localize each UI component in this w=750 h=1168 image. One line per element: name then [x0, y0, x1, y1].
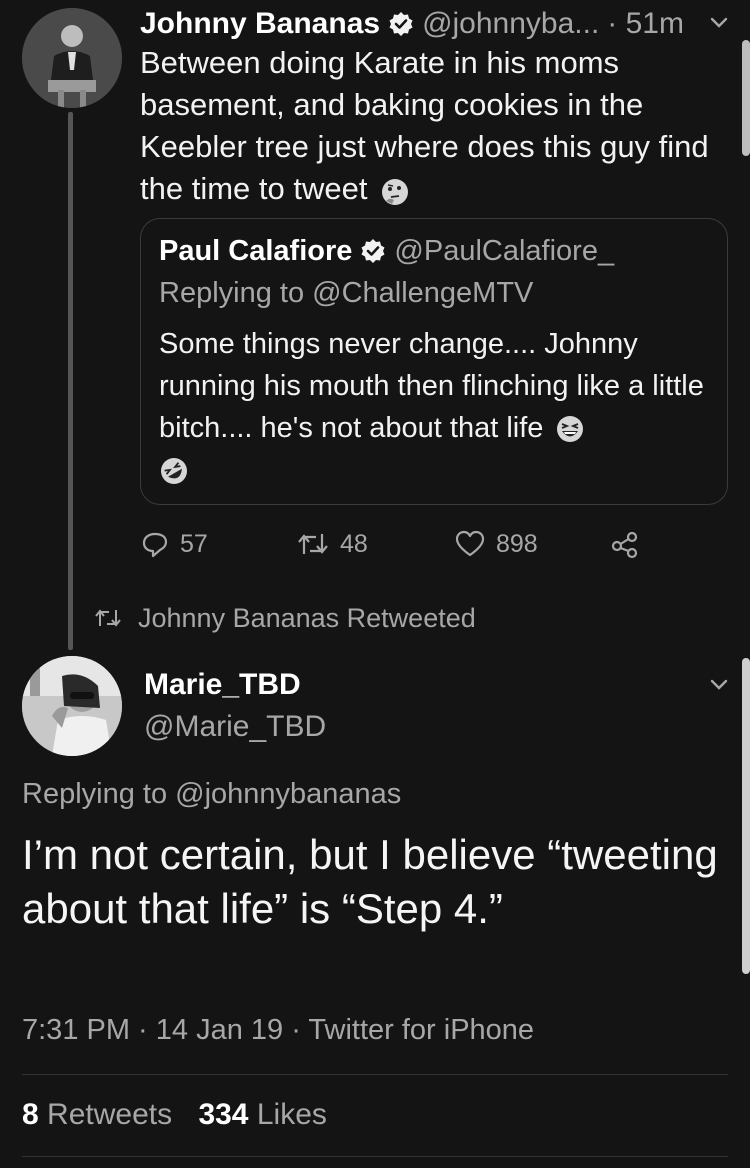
avatar-marie-tbd[interactable] — [22, 656, 122, 756]
scrollbar-thumb-top[interactable] — [742, 40, 750, 156]
quoted-tweet-header: Paul Calafiore @PaulCalafiore_ — [159, 231, 614, 271]
avatar-johnny-bananas[interactable] — [22, 8, 122, 108]
quoted-tweet-text: Some things never change.... Johnny runn… — [159, 323, 719, 491]
retweeted-tweet-text: I’m not certain, but I believe “tweeting… — [22, 831, 718, 932]
reply-count: 57 — [180, 529, 208, 558]
retweeted-label-text: Johnny Bananas Retweeted — [138, 602, 476, 633]
tweet-header: Johnny Bananas @johnnyba... · 51m — [140, 4, 740, 44]
quoted-author-handle: @PaulCalafiore_ — [394, 234, 615, 267]
share-icon — [611, 531, 638, 559]
quoted-author-name: Paul Calafiore — [159, 234, 353, 267]
replying-to[interactable]: Replying to @johnnybananas — [22, 778, 401, 811]
heart-icon — [455, 530, 485, 557]
retweet-icon — [298, 534, 328, 554]
likes-stat[interactable]: 334 Likes — [198, 1098, 326, 1131]
chevron-down-icon[interactable] — [706, 10, 732, 36]
tweet-timestamp: 7:31 PM · 14 Jan 19 · Twitter for iPhone — [22, 1014, 535, 1046]
divider — [22, 1074, 728, 1075]
likes-count: 334 — [198, 1098, 249, 1131]
thinking-face-icon — [380, 176, 410, 206]
chevron-down-icon[interactable] — [706, 672, 732, 698]
like-button[interactable]: 898 — [454, 524, 538, 564]
author-name[interactable]: Johnny Bananas — [140, 7, 380, 41]
verified-badge-icon — [360, 238, 386, 264]
timeline: Johnny Bananas @johnnyba... · 51m Betwee… — [0, 0, 750, 1168]
retweeted-author-name[interactable]: Marie_TBD — [144, 668, 301, 702]
author-handle[interactable]: @johnnyba... — [422, 7, 599, 41]
share-button[interactable] — [610, 524, 650, 564]
likes-label: Likes — [256, 1098, 327, 1131]
reply-button[interactable]: 57 — [140, 524, 208, 564]
divider — [22, 1156, 728, 1157]
time-ago: · 51m — [607, 7, 684, 40]
quoted-tweet-text-content: Some things never change.... Johnny runn… — [159, 328, 704, 444]
retweet-icon — [95, 609, 121, 627]
tweet-text-content: Between doing Karate in his moms basemen… — [140, 45, 709, 206]
tweet-stats: 8 Retweets 334 Likes — [22, 1098, 327, 1132]
like-count: 898 — [496, 529, 538, 558]
retweeted-label[interactable]: Johnny Bananas Retweeted — [94, 600, 476, 636]
tweet-actions: 57 48 898 — [140, 524, 660, 564]
quoted-replying-to: Replying to @ChallengeMTV — [159, 277, 534, 309]
tweet-text: Between doing Karate in his moms basemen… — [140, 42, 730, 210]
quoted-tweet-card[interactable]: Paul Calafiore @PaulCalafiore_ Replying … — [140, 218, 728, 505]
rolling-on-floor-laughing-icon — [159, 456, 189, 486]
verified-badge-icon — [388, 11, 414, 37]
retweets-count: 8 — [22, 1098, 39, 1131]
retweeted-author-handle[interactable]: @Marie_TBD — [144, 710, 326, 744]
retweet-count: 48 — [340, 529, 368, 558]
thread-line — [68, 112, 73, 650]
retweet-button[interactable]: 48 — [296, 524, 368, 564]
retweets-stat[interactable]: 8 Retweets — [22, 1098, 180, 1131]
scrollbar-thumb[interactable] — [742, 658, 750, 974]
grinning-squinting-face-icon — [555, 414, 585, 444]
reply-icon — [142, 532, 168, 558]
retweets-label: Retweets — [47, 1098, 173, 1131]
